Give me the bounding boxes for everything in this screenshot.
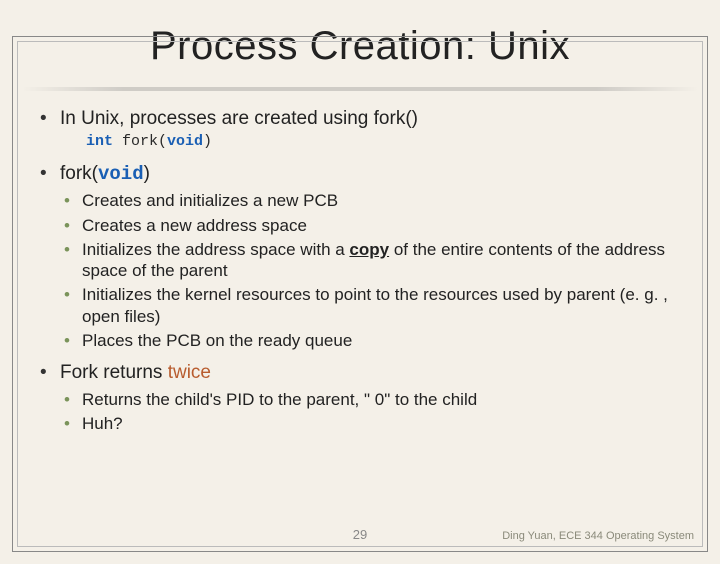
bullet-2-sub-5: Places the PCB on the ready queue — [60, 330, 686, 351]
bullet-2-kw: void — [98, 163, 144, 185]
bullet-3: Fork returns twice Returns the child's P… — [34, 361, 686, 434]
bullet-2-sub-2: Creates a new address space — [60, 215, 686, 236]
bullet-2: fork(void) Creates and initializes a new… — [34, 162, 686, 352]
bullet-3-twice: twice — [168, 362, 211, 383]
bullet-2-sub-4: Initializes the kernel resources to poin… — [60, 284, 686, 327]
bullet-2-sub-1: Creates and initializes a new PCB — [60, 190, 686, 211]
title-divider — [22, 87, 698, 91]
bullet-1: In Unix, processes are created using for… — [34, 107, 686, 152]
code-close: ) — [203, 133, 212, 150]
code-kw-void: void — [167, 133, 203, 150]
b2s3-pre: Initializes the address space with a — [82, 240, 349, 259]
bullet-2-sub-3: Initializes the address space with a cop… — [60, 239, 686, 282]
bullet-2-pre: fork( — [60, 163, 98, 184]
bullet-3-sub-2: Huh? — [60, 413, 686, 434]
bullet-2-post: ) — [144, 163, 150, 184]
code-fork: fork( — [113, 133, 167, 150]
bullet-1-code: int fork(void) — [86, 133, 686, 152]
bullet-3-pre: Fork returns — [60, 362, 168, 383]
code-kw-int: int — [86, 133, 113, 150]
b2s3-copy: copy — [349, 240, 389, 259]
footer-credit: Ding Yuan, ECE 344 Operating System — [502, 530, 694, 542]
bullet-3-sub-1: Returns the child's PID to the parent, "… — [60, 389, 686, 410]
bullet-1-text: In Unix, processes are created using for… — [60, 108, 418, 129]
